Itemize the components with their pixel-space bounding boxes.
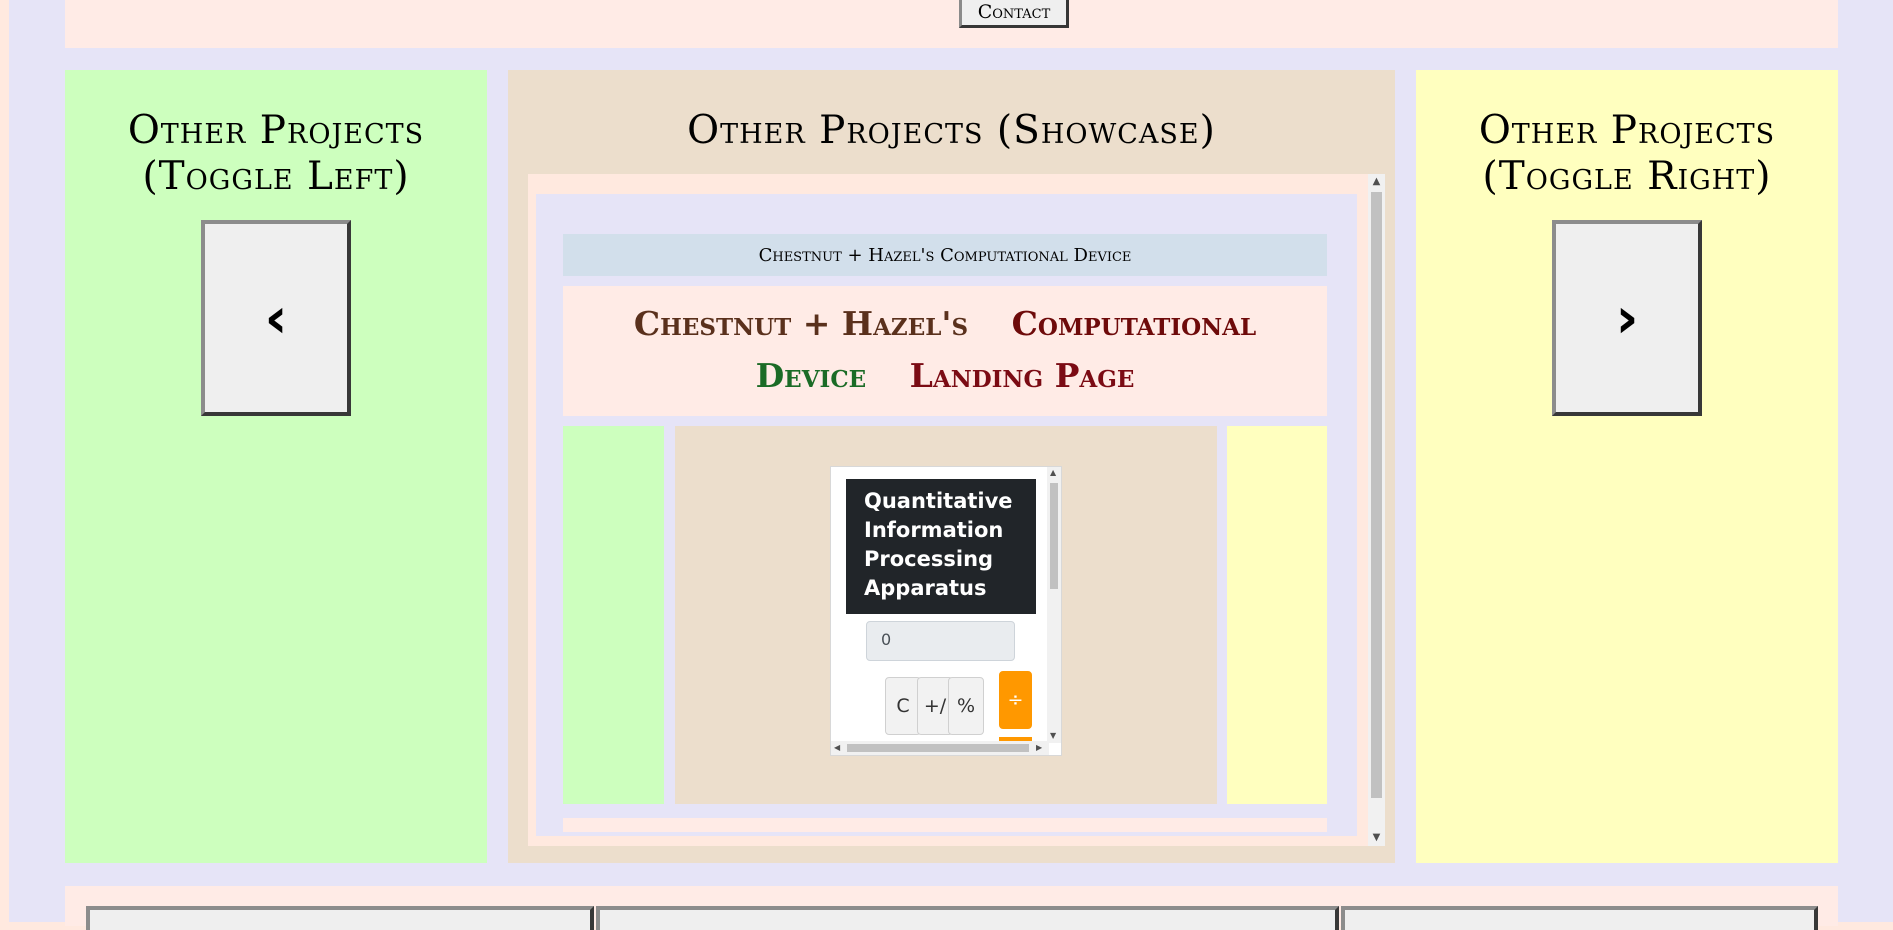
showcase-footer-strip xyxy=(563,818,1327,832)
contact-button[interactable]: Contact xyxy=(959,0,1069,28)
calculator-horizontal-scrollbar[interactable]: ◀ ▶ xyxy=(831,741,1049,755)
scroll-up-arrow-icon[interactable]: ▲ xyxy=(1050,468,1056,477)
bottom-button[interactable] xyxy=(86,906,594,930)
showcase-left-column xyxy=(563,426,664,804)
scroll-down-arrow-icon[interactable]: ▼ xyxy=(1050,731,1056,740)
chevron-right-icon: › xyxy=(1615,285,1639,351)
top-nav: Contact xyxy=(65,0,1838,48)
showcase-iframe[interactable]: Chestnut + Hazel's Computational Device … xyxy=(528,174,1385,846)
scrollbar-thumb[interactable] xyxy=(1050,483,1058,589)
showcase-center-column: Quantitative Information Processing Appa… xyxy=(675,426,1217,804)
showcase-heading: Chestnut + Hazel's Computational Device … xyxy=(563,286,1327,416)
toggle-left-button[interactable]: ‹ xyxy=(201,220,351,416)
scrollbar-thumb[interactable] xyxy=(1371,192,1382,798)
calculator-vertical-scrollbar[interactable]: ▲ ▼ xyxy=(1047,467,1061,743)
left-panel-title: Other Projects (Toggle Left) xyxy=(127,108,425,199)
chevron-left-icon: ‹ xyxy=(264,285,288,351)
scroll-down-arrow-icon[interactable]: ▼ xyxy=(1368,832,1385,844)
showcase-panel-title: Other Projects (Showcase) xyxy=(687,108,1216,153)
left-panel: Other Projects (Toggle Left) ‹ xyxy=(65,70,487,863)
calculator-widget[interactable]: Quantitative Information Processing Appa… xyxy=(830,466,1062,756)
scroll-right-arrow-icon[interactable]: ▶ xyxy=(1036,743,1042,752)
showcase-panel: Other Projects (Showcase) Chestnut + Haz… xyxy=(508,70,1395,863)
scroll-up-arrow-icon[interactable]: ▲ xyxy=(1368,176,1385,188)
iframe-vertical-scrollbar[interactable]: ▲ ▼ xyxy=(1368,174,1385,846)
bottom-button[interactable] xyxy=(596,906,1339,930)
showcase-page-title: Chestnut + Hazel's Computational Device xyxy=(563,234,1327,276)
calculator-title: Quantitative Information Processing Appa… xyxy=(846,479,1036,614)
calculator-display[interactable]: 0 xyxy=(866,621,1015,661)
bottom-button[interactable] xyxy=(1341,906,1818,930)
heading-word: Device xyxy=(755,356,867,395)
divide-button[interactable]: ÷ xyxy=(999,671,1032,729)
heading-word: Landing Page xyxy=(909,356,1135,395)
heading-word: Computational xyxy=(1011,304,1257,343)
scroll-left-arrow-icon[interactable]: ◀ xyxy=(834,743,840,752)
percent-button[interactable]: % xyxy=(948,677,984,735)
right-panel: Other Projects (Toggle Right) › xyxy=(1416,70,1838,863)
toggle-right-button[interactable]: › xyxy=(1552,220,1702,416)
iframe-content: Chestnut + Hazel's Computational Device … xyxy=(528,174,1365,846)
right-panel-title: Other Projects (Toggle Right) xyxy=(1478,108,1776,199)
scrollbar-thumb[interactable] xyxy=(847,744,1029,752)
clear-button[interactable]: C xyxy=(885,677,921,735)
showcase-right-column xyxy=(1227,426,1327,804)
heading-word: Chestnut + Hazel's xyxy=(633,304,969,343)
